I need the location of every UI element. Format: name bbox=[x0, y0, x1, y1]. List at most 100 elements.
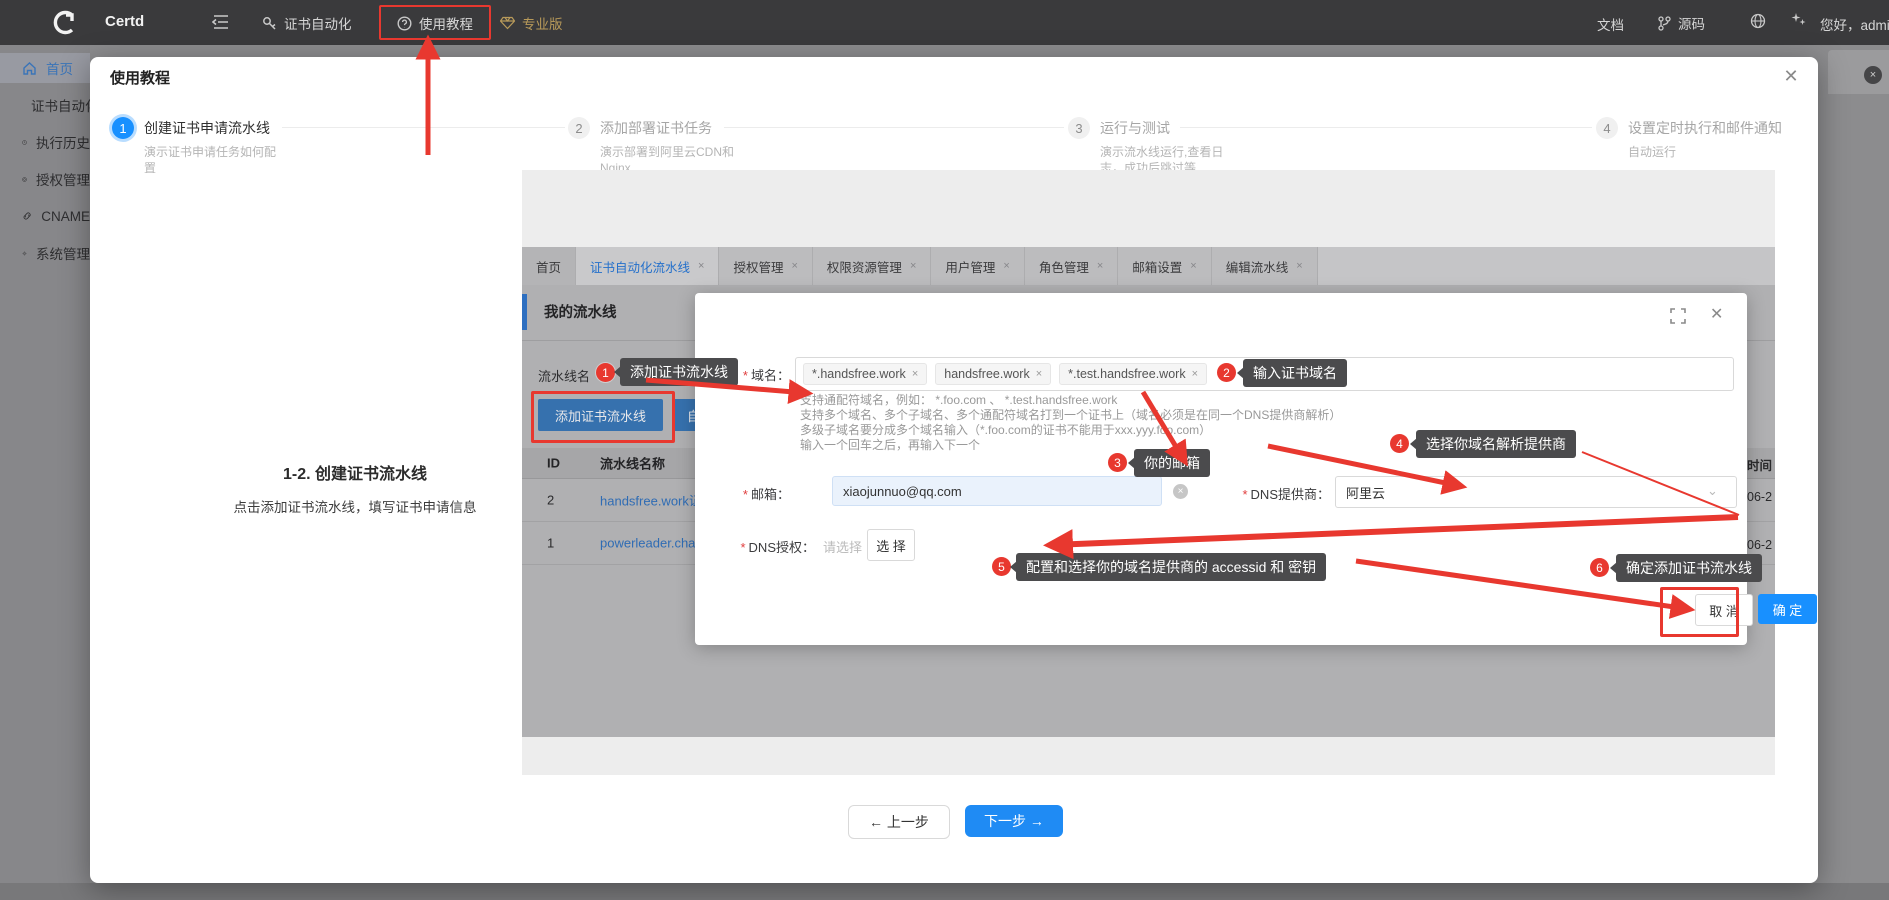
tag-close-icon[interactable]: × bbox=[1036, 368, 1042, 380]
nav-cert-automation[interactable]: 证书自动化 bbox=[262, 13, 352, 33]
email-field[interactable] bbox=[832, 476, 1162, 506]
tab-close-icon[interactable]: × bbox=[1003, 260, 1009, 272]
clock-icon bbox=[22, 135, 27, 150]
topbar-source-link[interactable]: 源码 bbox=[1658, 13, 1705, 33]
close-all-tabs-icon[interactable]: × bbox=[1864, 66, 1882, 84]
diamond-icon bbox=[500, 16, 515, 30]
step-1-number: 1 bbox=[112, 117, 134, 139]
col-name: 流水线名称 bbox=[600, 454, 665, 473]
ok-button[interactable]: 确 定 bbox=[1758, 594, 1817, 624]
annotation-badge-3: 3 bbox=[1108, 453, 1127, 472]
dns-auth-placeholder: 请选择 bbox=[823, 537, 862, 556]
sidebar-item-history[interactable]: 执行历史 bbox=[0, 127, 90, 157]
next-step-button[interactable]: 下一步 → bbox=[965, 805, 1063, 837]
tab-home[interactable]: 首页 bbox=[522, 247, 576, 285]
tab-close-icon[interactable]: × bbox=[698, 260, 704, 272]
tab-auth[interactable]: 授权管理× bbox=[719, 247, 812, 285]
annotation-badge-5: 5 bbox=[992, 557, 1011, 576]
tag-close-icon[interactable]: × bbox=[1192, 368, 1198, 380]
dialog-close-icon[interactable]: ✕ bbox=[1710, 304, 1723, 324]
highlight-box-ok-button bbox=[1660, 587, 1739, 637]
tutorial-close-icon[interactable]: ✕ bbox=[1778, 63, 1804, 89]
annotation-tip-3: 你的邮箱 bbox=[1134, 449, 1210, 477]
nav-pro-version[interactable]: 专业版 bbox=[500, 13, 563, 33]
annotation-tip-1: 添加证书流水线 bbox=[620, 358, 738, 386]
step-4-desc: 自动运行 bbox=[1628, 144, 1782, 160]
app-tabbar: 首页 证书自动化流水线× 授权管理× 权限资源管理× 用户管理× 角色管理× 邮… bbox=[522, 247, 1775, 285]
nav-pro-label: 专业版 bbox=[522, 13, 563, 33]
chevron-down-icon: ⌄ bbox=[1707, 483, 1718, 499]
tab-close-icon[interactable]: × bbox=[1190, 260, 1196, 272]
step-3-title: 运行与测试 bbox=[1100, 118, 1170, 138]
tab-close-icon[interactable]: × bbox=[910, 260, 916, 272]
tutorial-title: 使用教程 bbox=[110, 67, 170, 88]
dns-provider-label: *DNS提供商： bbox=[1230, 484, 1330, 503]
background-right-strip: × bbox=[1818, 45, 1889, 900]
email-label: *邮箱： bbox=[725, 484, 790, 503]
brand-title: Certd bbox=[105, 13, 144, 30]
step-1-title: 创建证书申请流水线 bbox=[144, 118, 270, 138]
tab-close-icon[interactable]: × bbox=[1097, 260, 1103, 272]
pipeline-link[interactable]: handsfree.work证 bbox=[600, 491, 702, 510]
sidebar-item-system[interactable]: 系统管理 bbox=[0, 238, 90, 268]
target-icon bbox=[22, 172, 27, 187]
link-icon bbox=[22, 209, 32, 223]
tab-cert-pipeline[interactable]: 证书自动化流水线× bbox=[576, 247, 719, 285]
annotation-tip-5: 配置和选择你的域名提供商的 accessid 和 密钥 bbox=[1016, 553, 1326, 581]
clear-email-icon[interactable]: × bbox=[1173, 484, 1188, 499]
tutorial-section: 1-2. 创建证书流水线 点击添加证书流水线，填写证书申请信息 bbox=[205, 460, 505, 516]
panel-title: 我的流水线 bbox=[544, 301, 617, 322]
sidebar-item-cert-automation[interactable]: 证书自动化 bbox=[0, 90, 90, 120]
topbar-docs-link[interactable]: 文档 bbox=[1597, 14, 1624, 34]
git-branch-icon bbox=[1658, 16, 1671, 31]
dns-auth-select-button[interactable]: 选 择 bbox=[867, 529, 915, 561]
tab-roles[interactable]: 角色管理× bbox=[1025, 247, 1118, 285]
tag-close-icon[interactable]: × bbox=[912, 368, 918, 380]
section-desc: 点击添加证书流水线，填写证书申请信息 bbox=[205, 496, 505, 516]
language-globe-icon[interactable] bbox=[1750, 13, 1766, 29]
gear-icon bbox=[22, 246, 27, 261]
background-bottom-strip bbox=[0, 883, 1889, 900]
tab-users[interactable]: 用户管理× bbox=[931, 247, 1024, 285]
sidebar: 首页 证书自动化 执行历史 授权管理 CNAME 系统管理 bbox=[0, 45, 90, 900]
annotation-badge-2: 2 bbox=[1217, 363, 1236, 382]
step-4-number: 4 bbox=[1596, 117, 1618, 139]
highlight-box-add-button bbox=[531, 391, 675, 443]
page: Certd 证书自动化 使用教程 专业版 文档 源码 您好，admin bbox=[0, 0, 1889, 900]
nav-cert-automation-label: 证书自动化 bbox=[284, 13, 352, 33]
step-2-title: 添加部署证书任务 bbox=[600, 118, 712, 138]
prev-step-button[interactable]: ← 上一步 bbox=[848, 805, 950, 839]
annotation-badge-1: 1 bbox=[596, 363, 615, 382]
tab-close-icon[interactable]: × bbox=[791, 260, 797, 272]
sidebar-item-auth[interactable]: 授权管理 bbox=[0, 164, 90, 194]
tab-close-icon[interactable]: × bbox=[1296, 260, 1302, 272]
annotation-tip-2: 输入证书域名 bbox=[1243, 359, 1347, 387]
dns-auth-label: *DNS授权： bbox=[715, 537, 815, 556]
section-title: 1-2. 创建证书流水线 bbox=[205, 460, 505, 484]
step-2: 2 添加部署证书任务 演示部署到阿里云CDN和Nginx bbox=[568, 117, 748, 176]
domain-tag: *.handsfree.work× bbox=[803, 363, 927, 385]
highlight-box-tutorial-button bbox=[379, 5, 491, 40]
collapse-sidebar-icon[interactable] bbox=[212, 14, 230, 30]
step-4: 4 设置定时执行和邮件通知 自动运行 bbox=[1596, 117, 1782, 160]
step-1-desc: 演示证书申请任务如何配置 bbox=[144, 144, 284, 176]
sidebar-item-home[interactable]: 首页 bbox=[0, 53, 90, 83]
tutorial-modal: 使用教程 ✕ 1 创建证书申请流水线 演示证书申请任务如何配置 2 添加部署证书… bbox=[90, 57, 1818, 883]
tab-edit-pipeline[interactable]: 编辑流水线× bbox=[1212, 247, 1318, 285]
theme-sparkles-icon[interactable] bbox=[1790, 11, 1807, 28]
home-icon bbox=[22, 61, 37, 76]
annotation-tip-4: 选择你域名解析提供商 bbox=[1416, 430, 1576, 458]
domain-tag: handsfree.work× bbox=[935, 363, 1051, 385]
annotation-tip-6: 确定添加证书流水线 bbox=[1616, 554, 1762, 582]
pipeline-link[interactable]: powerleader.chat bbox=[600, 536, 699, 551]
tab-permission[interactable]: 权限资源管理× bbox=[813, 247, 931, 285]
fullscreen-icon[interactable] bbox=[1670, 308, 1686, 324]
dns-provider-select[interactable]: 阿里云 bbox=[1335, 476, 1737, 508]
tab-mail[interactable]: 邮箱设置× bbox=[1118, 247, 1211, 285]
key-icon bbox=[262, 16, 277, 31]
user-greeting[interactable]: 您好，admin bbox=[1820, 14, 1889, 34]
pipeline-name-filter-label: 流水线名 bbox=[538, 366, 590, 385]
step-1: 1 创建证书申请流水线 演示证书申请任务如何配置 bbox=[112, 117, 284, 176]
col-id: ID bbox=[547, 456, 560, 471]
sidebar-item-cname[interactable]: CNAME bbox=[0, 201, 90, 231]
